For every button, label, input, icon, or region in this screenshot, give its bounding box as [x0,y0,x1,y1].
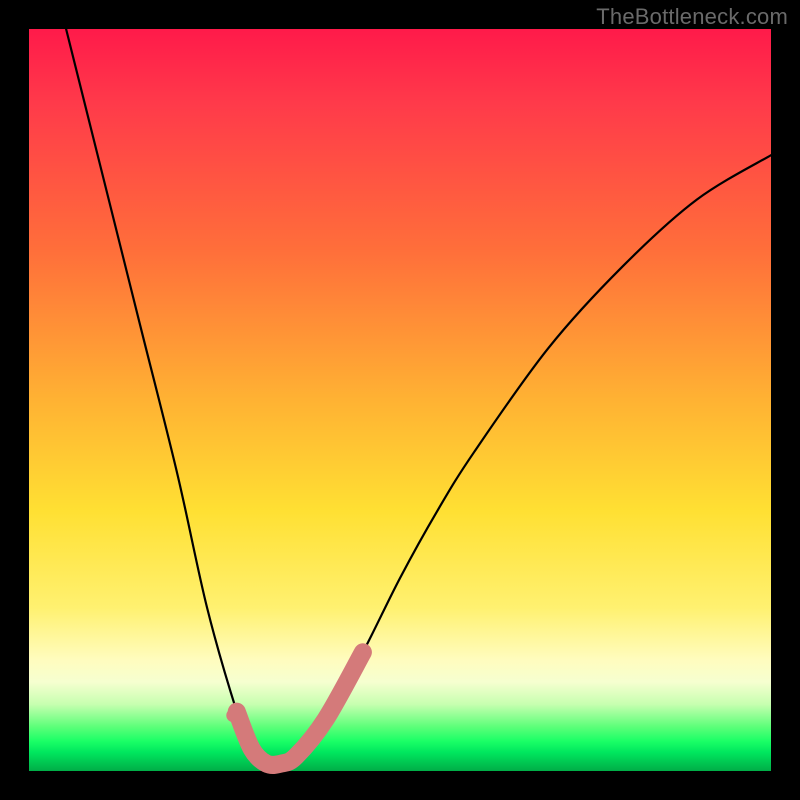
chart-plot-area [29,29,771,771]
trough-marker-dot [226,709,240,723]
bottleneck-curve-line [66,29,771,765]
trough-marker-stroke [237,652,363,765]
bottleneck-curve-svg [29,29,771,771]
chart-frame: TheBottleneck.com [0,0,800,800]
watermark-text: TheBottleneck.com [596,4,788,30]
